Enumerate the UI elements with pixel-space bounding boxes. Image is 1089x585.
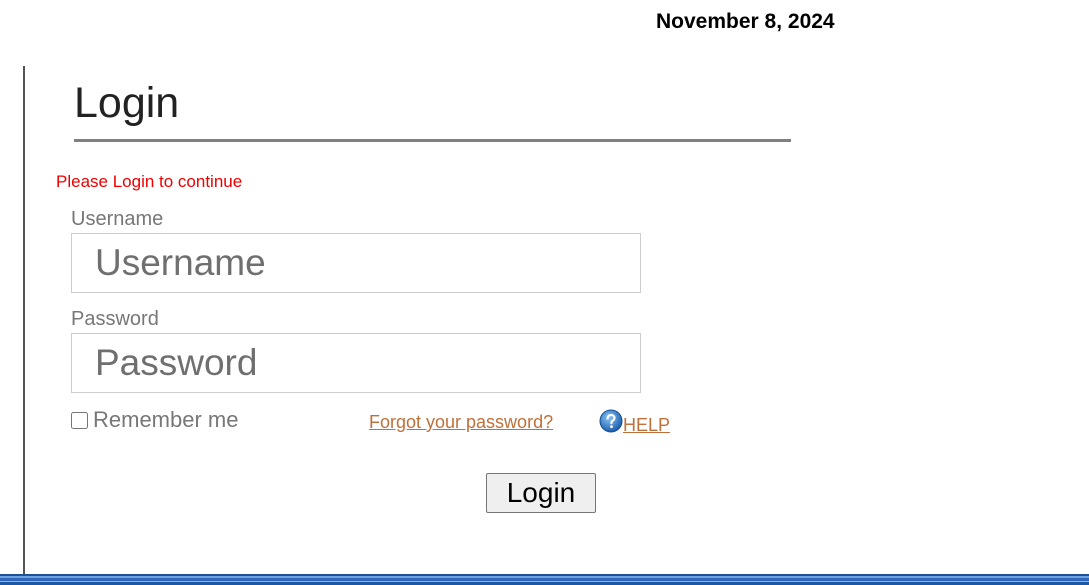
left-divider: [23, 66, 25, 576]
help-link[interactable]: HELP: [599, 409, 671, 435]
login-button[interactable]: Login: [486, 473, 596, 513]
remember-me-checkbox[interactable]: [71, 411, 88, 429]
help-question-icon: [599, 409, 623, 433]
login-message: Please Login to continue: [56, 172, 243, 191]
remember-me[interactable]: Remember me: [71, 407, 238, 433]
login-page: November 8, 2024 Login Please Login to c…: [0, 0, 1089, 585]
title-underline: [74, 139, 791, 142]
forgot-password-link[interactable]: Forgot your password?: [369, 412, 553, 433]
footer-bar: [0, 574, 1089, 585]
password-input[interactable]: [71, 333, 641, 393]
username-label: Username: [71, 208, 164, 230]
current-date: November 8, 2024: [656, 10, 835, 33]
help-link-label: HELP: [623, 415, 671, 435]
password-label: Password: [71, 308, 159, 330]
username-input[interactable]: [71, 233, 641, 293]
page-title: Login: [74, 79, 180, 127]
remember-me-label: Remember me: [93, 407, 239, 432]
